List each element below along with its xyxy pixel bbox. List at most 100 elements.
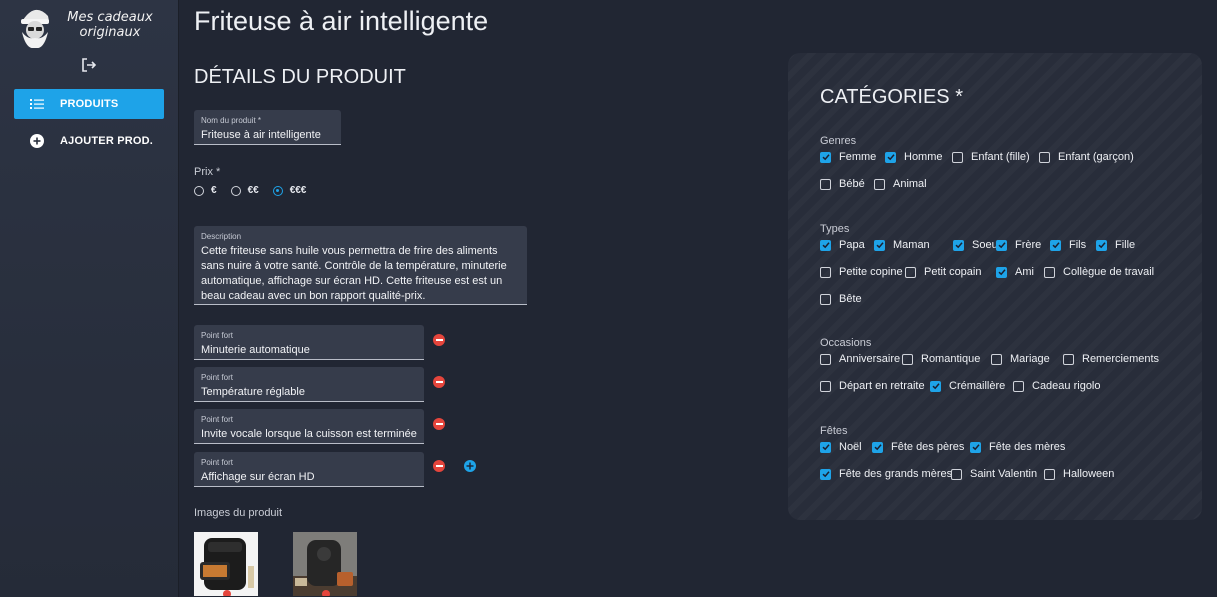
radio-icon bbox=[230, 185, 241, 196]
category-checkbox[interactable]: Noël bbox=[820, 441, 862, 453]
price-option-2[interactable]: €€ bbox=[230, 185, 259, 196]
checkbox-checked-icon bbox=[820, 441, 831, 453]
highlight-value: Affichage sur écran HD bbox=[201, 471, 315, 483]
category-checkbox[interactable]: Anniversaire bbox=[820, 353, 900, 365]
category-checkbox[interactable]: Enfant (garçon) bbox=[1039, 151, 1134, 163]
plus-icon bbox=[466, 462, 474, 470]
highlight-field-2[interactable]: Point fort Température réglable bbox=[194, 367, 424, 402]
category-checkbox[interactable]: Fête des pères bbox=[872, 441, 964, 453]
category-checkbox-label: Homme bbox=[904, 151, 943, 163]
product-name-value: Friteuse à air intelligente bbox=[201, 129, 321, 141]
highlight-label: Point fort bbox=[201, 331, 234, 340]
category-checkbox[interactable]: Saint Valentin bbox=[951, 468, 1037, 480]
product-name-field[interactable]: Nom du produit * Friteuse à air intellig… bbox=[194, 110, 341, 145]
checkbox-empty-icon bbox=[991, 353, 1002, 365]
remove-highlight-1-button[interactable] bbox=[433, 334, 445, 346]
highlight-field-1[interactable]: Point fort Minuterie automatique bbox=[194, 325, 424, 360]
category-checkbox-label: Noël bbox=[839, 441, 862, 453]
category-checkbox[interactable]: Animal bbox=[874, 178, 927, 190]
category-checkbox[interactable]: Frère bbox=[996, 239, 1041, 251]
category-checkbox[interactable]: Cadeau rigolo bbox=[1013, 380, 1101, 392]
category-checkbox[interactable]: Fête des grands mères bbox=[820, 468, 952, 480]
category-checkbox-label: Petit copain bbox=[924, 266, 982, 278]
description-field[interactable]: Description Cette friteuse sans huile vo… bbox=[194, 226, 527, 305]
category-checkbox[interactable]: Enfant (fille) bbox=[952, 151, 1030, 163]
category-checkbox[interactable]: Crémaillère bbox=[930, 380, 1005, 392]
checkbox-empty-icon bbox=[820, 178, 831, 190]
checkbox-empty-icon bbox=[820, 380, 831, 392]
category-checkbox-label: Crémaillère bbox=[949, 380, 1006, 392]
category-checkbox[interactable]: Romantique bbox=[902, 353, 980, 365]
price-option-1[interactable]: € bbox=[194, 185, 217, 196]
logout-icon[interactable] bbox=[81, 57, 97, 73]
category-checkbox-label: Enfant (garçon) bbox=[1058, 151, 1134, 163]
highlight-label: Point fort bbox=[201, 458, 234, 467]
category-checkbox[interactable]: Halloween bbox=[1044, 468, 1114, 480]
category-checkbox[interactable]: Petit copain bbox=[905, 266, 981, 278]
price-option-label: € bbox=[211, 185, 217, 196]
category-checkbox[interactable]: Papa bbox=[820, 239, 865, 251]
remove-highlight-2-button[interactable] bbox=[433, 376, 445, 388]
remove-highlight-4-button[interactable] bbox=[433, 460, 445, 472]
product-name-label: Nom du produit * bbox=[201, 116, 262, 125]
category-checkbox[interactable]: Fête des mères bbox=[970, 441, 1065, 453]
price-option-3[interactable]: €€€ bbox=[272, 185, 307, 196]
category-checkbox[interactable]: Bébé bbox=[820, 178, 865, 190]
checkbox-empty-icon bbox=[952, 151, 963, 163]
checkbox-empty-icon bbox=[902, 353, 913, 365]
air-fryer-image bbox=[194, 532, 258, 596]
highlight-field-4[interactable]: Point fort Affichage sur écran HD bbox=[194, 452, 424, 487]
product-image-2[interactable] bbox=[293, 532, 357, 596]
highlight-field-3[interactable]: Point fort Invite vocale lorsque la cuis… bbox=[194, 409, 424, 444]
logo[interactable]: Mes cadeaux originaux bbox=[16, 4, 176, 50]
category-checkbox[interactable]: Maman bbox=[874, 239, 930, 251]
list-icon bbox=[30, 99, 44, 109]
images-label: Images du produit bbox=[194, 507, 283, 519]
category-checkbox[interactable]: Petite copine bbox=[820, 266, 903, 278]
category-checkbox[interactable]: Collègue de travail bbox=[1044, 266, 1154, 278]
santa-logo-icon bbox=[21, 9, 49, 48]
categories-card: CATÉGORIES * Genres Femme Homme Enfant (fil… bbox=[788, 53, 1202, 520]
sidebar-item-produits[interactable]: PRODUITS bbox=[14, 89, 164, 119]
section-title-details: DÉTAILS DU PRODUIT bbox=[194, 66, 406, 88]
category-checkbox[interactable]: Départ en retraite bbox=[820, 380, 925, 392]
category-checkbox[interactable]: Bête bbox=[820, 293, 862, 305]
category-checkbox[interactable]: Ami bbox=[996, 266, 1034, 278]
highlight-value: Minuterie automatique bbox=[201, 344, 310, 356]
page-title: Friteuse à air intelligente bbox=[194, 6, 489, 36]
highlight-label: Point fort bbox=[201, 415, 234, 424]
air-fryer-kitchen-image bbox=[293, 532, 357, 596]
category-checkbox[interactable]: Femme bbox=[820, 151, 876, 163]
category-checkbox[interactable]: Homme bbox=[885, 151, 943, 163]
price-option-label: €€€ bbox=[289, 185, 307, 196]
add-highlight-button[interactable] bbox=[464, 460, 476, 472]
checkbox-empty-icon bbox=[1013, 380, 1024, 392]
category-group-label: Genres bbox=[820, 135, 857, 147]
category-checkbox[interactable]: Mariage bbox=[991, 353, 1050, 365]
description-value: Cette friteuse sans huile vous permettra… bbox=[201, 245, 507, 302]
checkbox-checked-icon bbox=[885, 151, 896, 163]
remove-highlight-3-button[interactable] bbox=[433, 418, 445, 430]
checkbox-empty-icon bbox=[1063, 353, 1074, 365]
radio-selected-icon bbox=[272, 185, 283, 196]
category-checkbox-label: Fille bbox=[1115, 239, 1136, 251]
category-checkbox-label: Petite copine bbox=[839, 266, 903, 278]
checkbox-empty-icon bbox=[820, 293, 831, 305]
category-group-label: Fêtes bbox=[820, 425, 848, 437]
category-checkbox-label: Ami bbox=[1015, 266, 1034, 278]
category-checkbox-label: Fils bbox=[1069, 239, 1087, 251]
checkbox-empty-icon bbox=[820, 353, 831, 365]
category-checkbox[interactable]: Fils bbox=[1050, 239, 1086, 251]
sidebar-item-ajouter-prod[interactable]: AJOUTER PROD. bbox=[14, 126, 164, 156]
product-image-1[interactable] bbox=[194, 532, 258, 596]
category-checkbox-label: Remerciements bbox=[1082, 353, 1160, 365]
highlight-value: Température réglable bbox=[201, 386, 305, 398]
category-checkbox-label: Frère bbox=[1015, 239, 1042, 251]
checkbox-checked-icon bbox=[930, 380, 941, 392]
category-checkbox-label: Cadeau rigolo bbox=[1032, 380, 1101, 392]
price-radio-group: € €€ €€€ bbox=[194, 185, 320, 196]
category-checkbox[interactable]: Remerciements bbox=[1063, 353, 1159, 365]
category-checkbox[interactable]: Fille bbox=[1096, 239, 1135, 251]
category-checkbox[interactable]: Soeur bbox=[953, 239, 1001, 251]
checkbox-empty-icon bbox=[1039, 151, 1050, 163]
